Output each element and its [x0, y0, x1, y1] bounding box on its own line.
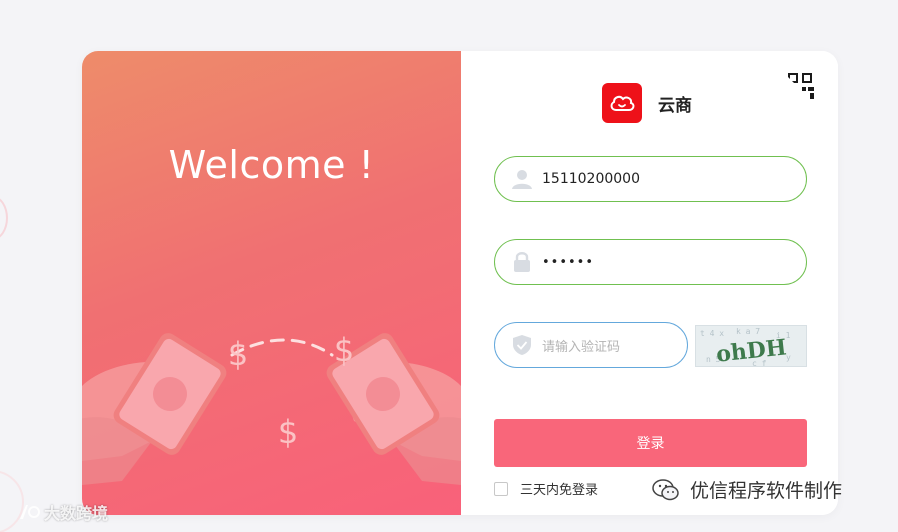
- welcome-panel: Welcome ! $ $ $: [82, 51, 461, 515]
- watermark-left: 大数跨境: [18, 500, 108, 524]
- login-page: Welcome ! $ $ $ 云商 15110200000 •••••• 请输…: [0, 0, 898, 532]
- login-button[interactable]: 登录: [494, 419, 807, 467]
- remember-label: 三天内免登录: [520, 483, 599, 498]
- lock-icon: [510, 250, 534, 274]
- svg-text:t 4 x: t 4 x: [700, 329, 724, 338]
- remember-login[interactable]: 三天内免登录: [494, 479, 598, 498]
- dollar-sign: $: [278, 413, 298, 451]
- captcha-image[interactable]: t 4 xk a 7i 1 n 5c fy ohDH: [695, 325, 807, 367]
- brand-name: 云商: [658, 95, 692, 116]
- dollar-sign: $: [334, 331, 354, 369]
- brand: 云商: [602, 83, 692, 123]
- dollar-sign: $: [228, 335, 248, 373]
- svg-text:k a 7: k a 7: [736, 327, 760, 336]
- captcha-text: ohDH: [715, 334, 788, 367]
- wechat-icon: [652, 478, 679, 500]
- captcha-field[interactable]: 请输入验证码: [494, 322, 688, 368]
- username-field[interactable]: 15110200000: [494, 156, 807, 202]
- user-icon: [510, 167, 534, 191]
- cloud-smile-icon: [602, 83, 642, 123]
- watermark-logo-icon: [20, 505, 40, 519]
- username-value: 15110200000: [542, 171, 640, 187]
- captcha-placeholder: 请输入验证码: [542, 339, 621, 355]
- password-value: ••••••: [542, 254, 595, 270]
- background-decoration: [0, 196, 8, 240]
- remember-checkbox[interactable]: [494, 481, 508, 496]
- watermark-right: 优信程序软件制作: [652, 476, 842, 503]
- money-transfer-illustration: $ $ $: [82, 331, 461, 485]
- qr-code-icon[interactable]: [784, 69, 818, 103]
- login-card: Welcome ! $ $ $ 云商 15110200000 •••••• 请输…: [82, 51, 838, 515]
- password-field[interactable]: ••••••: [494, 239, 807, 285]
- shield-icon: [510, 333, 534, 357]
- login-form-panel: 云商 15110200000 •••••• 请输入验证码 t 4 x k a 7…: [461, 51, 838, 515]
- welcome-title: Welcome !: [168, 143, 375, 187]
